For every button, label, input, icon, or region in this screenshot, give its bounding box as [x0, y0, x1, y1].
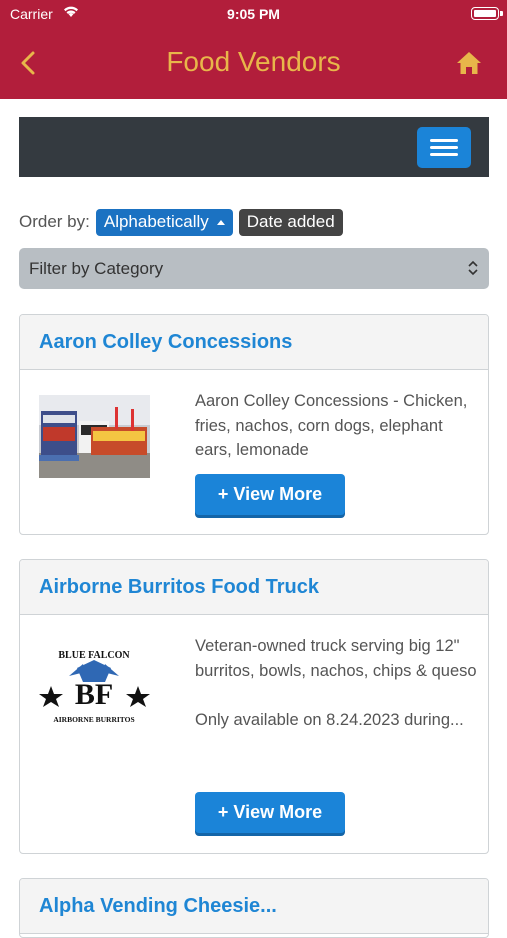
hamburger-line — [430, 139, 458, 142]
logo-top-text: BLUE FALCON — [58, 650, 130, 661]
view-more-label: + View More — [217, 484, 323, 504]
status-bar: Carrier 9:05 PM — [0, 0, 507, 28]
chevron-up-down-icon — [467, 260, 479, 276]
view-more-label: + View More — [217, 802, 323, 822]
view-more-button[interactable]: + View More — [195, 792, 345, 833]
vendor-card-header: Alpha Vending Cheesie... — [20, 879, 488, 934]
vendor-card: Aaron Colley Concessions Aaron Colley Co… — [19, 314, 489, 535]
caret-up-icon — [216, 219, 225, 225]
hamburger-line — [430, 146, 458, 149]
order-option-label: Alphabetically — [103, 212, 209, 231]
home-icon[interactable] — [455, 50, 483, 76]
vendor-card: Airborne Burritos Food Truck BLUE FALCON… — [19, 559, 489, 854]
clock: 9:05 PM — [227, 6, 280, 22]
page-title: Food Vendors — [166, 46, 341, 77]
vendor-card-header: Airborne Burritos Food Truck — [20, 560, 488, 615]
order-date-added-button[interactable]: Date added — [238, 208, 343, 236]
battery-tip — [500, 11, 503, 16]
hamburger-line — [430, 153, 458, 156]
filter-label: Filter by Category — [29, 258, 164, 278]
vendor-name-link[interactable]: Airborne Burritos Food Truck — [39, 576, 319, 599]
order-by-label: Order by: — [19, 212, 90, 231]
vendor-description: Aaron Colley Concessions - Chicken, frie… — [195, 389, 480, 463]
logo-bottom-text: AIRBORNE BURRITOS — [53, 715, 134, 724]
vendor-description-text: Only available on 8.24.2023 during... — [195, 710, 464, 729]
hamburger-menu-button[interactable] — [417, 127, 471, 168]
logo-center-text: BF — [75, 678, 113, 711]
blue-falcon-logo: BLUE FALCON BF AIRBORNE BURRITOS — [39, 638, 150, 728]
vendor-description-text: Aaron Colley Concessions - Chicken, frie… — [195, 392, 468, 459]
vendor-name-link[interactable]: Aaron Colley Concessions — [39, 331, 292, 354]
battery-icon — [471, 7, 499, 20]
navigation-bar: Food Vendors — [0, 28, 507, 99]
category-filter-select[interactable]: Filter by Category — [19, 248, 489, 289]
vendor-card: Alpha Vending Cheesie... — [19, 878, 489, 938]
vendor-photo — [39, 395, 150, 478]
vendor-description: Veteran-owned truck serving big 12" burr… — [195, 634, 480, 732]
vendor-name-link[interactable]: Alpha Vending Cheesie... — [39, 895, 277, 918]
vendor-card-header: Aaron Colley Concessions — [20, 315, 488, 370]
vendor-description-text: Veteran-owned truck serving big 12" burr… — [195, 637, 477, 680]
menu-bar — [19, 117, 489, 177]
order-option-label: Date added — [246, 212, 335, 231]
order-alphabetically-button[interactable]: Alphabetically — [95, 208, 233, 236]
view-more-button[interactable]: + View More — [195, 474, 345, 515]
order-by-row: Order by: Alphabetically Date added — [19, 208, 349, 236]
